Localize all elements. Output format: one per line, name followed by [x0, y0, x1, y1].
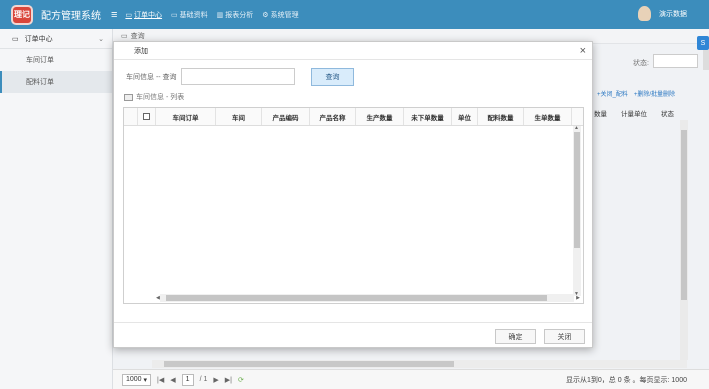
column-header: 产品名称	[310, 108, 356, 125]
nav-basic-data[interactable]: ▭ 基础资料	[171, 10, 208, 20]
dropdown-arrow-icon: ▾	[143, 376, 148, 384]
monitor-icon: ▭	[121, 33, 128, 40]
sidebar-item-label: 车间订单	[26, 57, 54, 64]
page-size-select[interactable]: 1000 ▾	[122, 373, 151, 386]
app-title: 配方管理系统	[41, 11, 101, 22]
user-name: 演示数据	[659, 10, 687, 18]
column-header: 生单数量	[524, 108, 572, 125]
page-current-value: 1	[185, 376, 190, 383]
column-header: 车间	[216, 108, 262, 125]
column-header: 生产数量	[356, 108, 404, 125]
nav-label: 基础资料	[179, 11, 208, 19]
close-icon[interactable]: ×	[580, 45, 586, 57]
status-select[interactable]	[653, 54, 698, 68]
last-page-icon[interactable]: ▶|	[225, 376, 232, 384]
page-number-input[interactable]: 1	[181, 373, 194, 386]
nav-label: 报表分析	[225, 11, 254, 19]
top-nav: ▭ 订单中心 ▭ 基础资料 ▥ 报表分析 ⚙ 系统管理	[125, 10, 298, 20]
nav-system-management[interactable]: ⚙ 系统管理	[262, 10, 298, 20]
status-label: 状态:	[633, 60, 649, 67]
confirm-button[interactable]: 确定	[495, 329, 536, 344]
grid-horizontal-scrollbar[interactable]: ◀ ▶	[156, 294, 580, 302]
gear-icon: ⚙	[262, 11, 269, 19]
select-all-checkbox[interactable]	[138, 108, 156, 125]
list-caption: 车间信息 - 列表	[124, 92, 184, 102]
main-horizontal-scrollbar[interactable]	[152, 360, 687, 368]
refresh-icon[interactable]: ⟳	[238, 376, 244, 384]
main-vertical-scrollbar[interactable]	[680, 120, 688, 360]
bg-table-header: 数量 计量单位 状态	[594, 108, 674, 118]
app-logo: 理记	[11, 4, 33, 25]
column-header: 单位	[452, 108, 478, 125]
next-page-icon[interactable]: ▶	[213, 376, 218, 384]
row-number-header	[124, 108, 138, 125]
search-label: 车间信息 -- 查询	[126, 73, 177, 81]
grid-header-row: 车间订单 车间 产品编码 产品名称 生产数量 未下单数量 单位 配料数量 生单数…	[124, 108, 583, 126]
pager: 1000 ▾ |◀ ◀ 1 / 1 ▶ ▶| ⟳ 显示从1到0，总 0 条 。每…	[113, 369, 709, 389]
monitor-icon: ▭	[125, 11, 133, 19]
search-row: 车间信息 -- 查询	[126, 68, 295, 85]
menu-toggle-icon[interactable]: ≡	[111, 9, 117, 21]
sidebar-item-workshop-order[interactable]: 车间订单	[0, 49, 112, 71]
scroll-up-icon[interactable]: ▲	[574, 125, 579, 131]
bar-chart-icon: ▥	[216, 11, 224, 19]
nav-label: 系统管理	[270, 11, 299, 19]
tab-query[interactable]: 查询	[131, 31, 145, 41]
workshop-search-input[interactable]	[180, 68, 295, 85]
first-page-icon[interactable]: |◀	[157, 376, 164, 384]
chevron-down-icon: ⌄	[98, 35, 104, 43]
sidebar-item-label: 配料订单	[26, 79, 54, 86]
list-caption-text: 车间信息 - 列表	[136, 94, 185, 101]
dialog-title: 添加	[114, 42, 592, 60]
close-batching-link[interactable]: +关闭_配料	[597, 89, 628, 98]
column-header: 数量	[594, 111, 607, 118]
add-dialog: 添加 × 车间信息 -- 查询 查询 车间信息 - 列表 车间订单 车间 产品编…	[113, 41, 593, 348]
pager-info: 显示从1到0，总 0 条 。每页显示: 1000	[566, 376, 687, 384]
column-header: 车间订单	[156, 108, 216, 125]
sidebar-group-label: 订单中心	[24, 35, 53, 43]
action-links: +关闭_配料 +删除/批量删除	[597, 89, 675, 98]
edge-panel	[703, 50, 709, 70]
sidebar-item-batching-order[interactable]: 配料订单	[0, 71, 112, 93]
nav-report-analysis[interactable]: ▥ 报表分析	[217, 10, 254, 20]
side-float-icon[interactable]: S	[697, 36, 709, 50]
column-header: 未下单数量	[404, 108, 452, 125]
scroll-left-icon[interactable]: ◀	[156, 295, 160, 301]
sidebar: ▭ 订单中心 ⌄ 车间订单 配料订单	[0, 29, 113, 389]
grid-vertical-scrollbar[interactable]: ▲ ▼	[573, 125, 581, 297]
dialog-footer: 确定 关闭	[114, 322, 592, 348]
delete-link[interactable]: +删除/批量删除	[634, 89, 675, 98]
column-header: 产品编码	[262, 108, 310, 125]
nav-order-center[interactable]: ▭ 订单中心	[125, 10, 162, 20]
column-header: 状态	[661, 111, 674, 118]
sidebar-group-order-center[interactable]: ▭ 订单中心 ⌄	[0, 29, 112, 49]
dialog-title-text: 添加	[134, 47, 148, 55]
nav-label: 订单中心	[134, 11, 163, 19]
avatar	[638, 6, 651, 21]
page-total: / 1	[199, 376, 208, 383]
close-button[interactable]: 关闭	[544, 329, 585, 344]
top-header: 理记 配方管理系统 ≡ ▭ 订单中心 ▭ 基础资料 ▥ 报表分析 ⚙ 系统管理 …	[0, 0, 709, 29]
column-header: 计量单位	[621, 111, 647, 118]
page-size-value: 1000	[125, 376, 142, 383]
search-button[interactable]: 查询	[311, 68, 354, 86]
workshop-grid: 车间订单 车间 产品编码 产品名称 生产数量 未下单数量 单位 配料数量 生单数…	[123, 107, 584, 304]
prev-page-icon[interactable]: ◀	[170, 376, 175, 384]
monitor-icon: ▭	[12, 35, 19, 43]
monitor-icon: ▭	[171, 11, 178, 19]
scroll-right-icon[interactable]: ▶	[576, 295, 580, 301]
user-menu[interactable]: 演示数据	[638, 6, 687, 21]
list-icon	[124, 93, 133, 101]
column-header: 配料数量	[478, 108, 524, 125]
